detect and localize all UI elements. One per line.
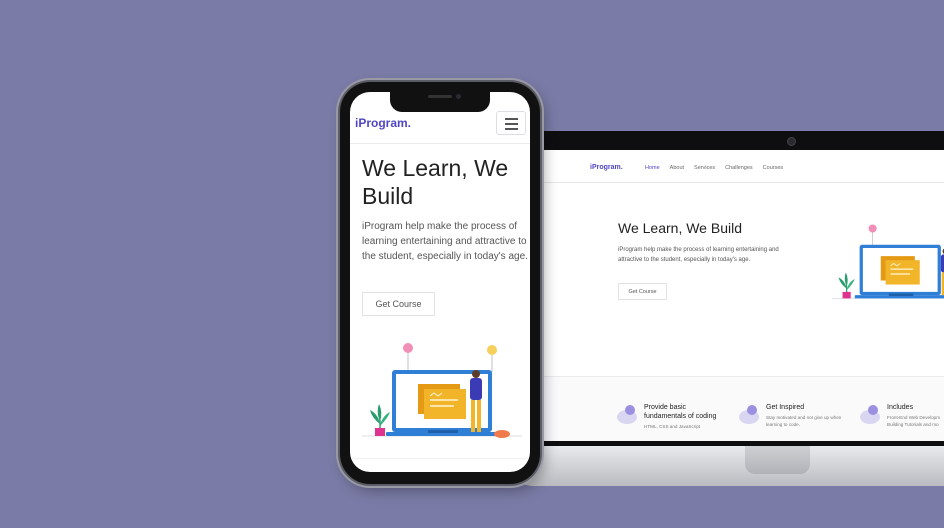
laptop-camera bbox=[787, 137, 796, 146]
laptop-base-notch bbox=[745, 446, 810, 474]
desktop-hero-description: iProgram help make the process of learni… bbox=[618, 247, 779, 263]
feature-description: Front-End Web Developm Building Tutorial… bbox=[887, 415, 941, 427]
phone-mockup: iProgram. We Learn, We Build iProgram he… bbox=[340, 82, 540, 484]
hamburger-menu-button[interactable] bbox=[496, 111, 526, 135]
mobile-hero-illustration bbox=[362, 343, 522, 438]
phone-speaker bbox=[428, 95, 452, 98]
feature-title: Includes bbox=[887, 404, 914, 411]
nav-link-about[interactable]: About bbox=[670, 165, 684, 171]
desktop-brand-logo[interactable]: iProgram. bbox=[590, 164, 623, 171]
feature-blob-icon bbox=[617, 405, 637, 424]
laptop-mockup: iProgram. Home About Services Challenges… bbox=[488, 131, 944, 451]
phone-screen: iProgram. We Learn, We Build iProgram he… bbox=[350, 92, 530, 472]
feature-title: Get Inspired bbox=[766, 404, 805, 411]
desktop-get-course-button[interactable]: Get Course bbox=[618, 283, 667, 300]
phone-camera bbox=[456, 94, 461, 99]
laptop-screen: iProgram. Home About Services Challenges… bbox=[538, 150, 944, 441]
desktop-hero-illustration bbox=[832, 224, 944, 299]
nav-link-courses[interactable]: Courses bbox=[763, 165, 783, 171]
feature-description: HTML, CSS and JavaScript bbox=[644, 424, 701, 429]
mobile-get-course-button[interactable]: Get Course bbox=[362, 292, 435, 316]
desktop-features-section: Provide basic fundamentals of coding HTM… bbox=[538, 376, 944, 441]
hamburger-icon bbox=[505, 128, 518, 130]
desktop-navbar: iProgram. Home About Services Challenges… bbox=[538, 150, 944, 183]
nav-link-challenges[interactable]: Challenges bbox=[725, 165, 753, 171]
mobile-hero-description: iProgram help make the process of learni… bbox=[362, 221, 528, 262]
nav-link-services[interactable]: Services bbox=[694, 165, 715, 171]
hamburger-icon bbox=[505, 123, 518, 125]
feature-blob-icon bbox=[860, 405, 880, 424]
feature-description: Stay motivated and not give up when lear… bbox=[766, 415, 842, 427]
feature-title: Provide basic fundamentals of coding bbox=[644, 404, 717, 420]
mobile-hero-title: We Learn, We Build bbox=[362, 155, 509, 209]
phone-notch bbox=[390, 90, 490, 112]
mobile-section-divider bbox=[350, 458, 530, 459]
nav-link-home[interactable]: Home bbox=[645, 165, 660, 171]
mobile-brand-logo[interactable]: iProgram. bbox=[355, 116, 411, 130]
feature-blob-icon bbox=[739, 405, 759, 424]
desktop-hero-title: We Learn, We Build bbox=[618, 220, 742, 236]
desktop-nav-links: Home About Services Challenges Courses bbox=[645, 165, 783, 171]
laptop-base bbox=[495, 446, 944, 486]
hamburger-icon bbox=[505, 118, 518, 120]
